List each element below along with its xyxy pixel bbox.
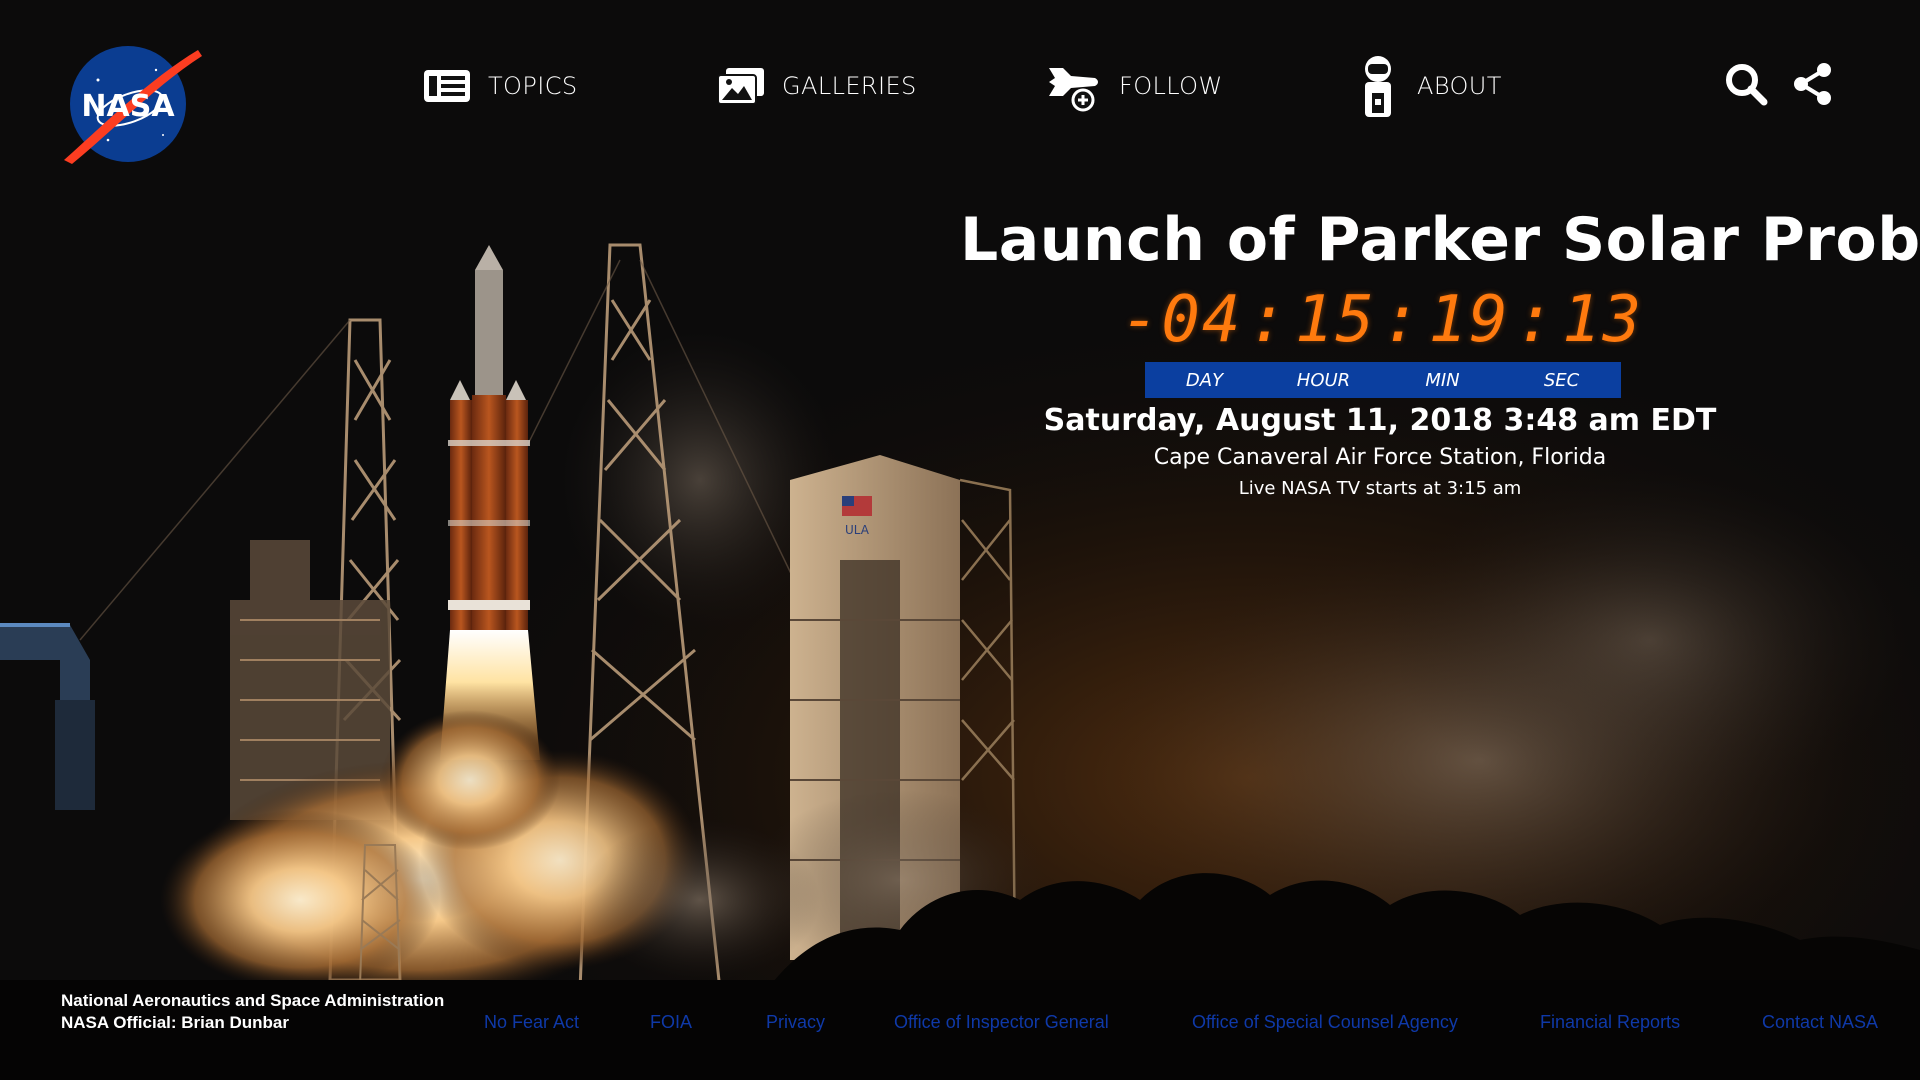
footer-link-privacy[interactable]: Privacy [766,1012,825,1033]
launch-date: Saturday, August 11, 2018 3:48 am EDT [1043,403,1717,438]
countdown-separator: : [1382,283,1423,357]
countdown-days: 04 [1161,283,1243,357]
launch-background-image: ULA [0,0,1920,1080]
footer-link-inspector-general[interactable]: Office of Inspector General [894,1012,1109,1033]
countdown-hours: 15 [1294,283,1376,357]
nav-galleries[interactable]: GALLERIES [718,58,917,114]
countdown-separator: : [1248,283,1289,357]
nasa-logo-text: NASA [81,89,175,124]
nav-follow[interactable]: FOLLOW [1045,58,1223,114]
svg-text:ULA: ULA [845,523,870,537]
countdown-sign: - [1120,283,1162,357]
footer-link-special-counsel[interactable]: Office of Special Counsel Agency [1192,1012,1458,1033]
unit-sec-label: SEC [1543,369,1580,391]
nasa-meatball-icon: NASA [64,46,202,164]
countdown-seconds: 13 [1562,283,1644,357]
unit-hour-label: HOUR [1296,369,1351,391]
launch-site: Cape Canaveral Air Force Station, Florid… [1153,445,1607,470]
footer-org-name: National Aeronautics and Space Administr… [61,991,445,1010]
footer-link-contact-nasa[interactable]: Contact NASA [1762,1012,1878,1033]
nav-topics[interactable]: TOPICS [424,58,578,114]
footer-link-no-fear-act[interactable]: No Fear Act [484,1012,579,1033]
newspaper-icon [424,70,470,102]
footer-link-foia[interactable]: FOIA [650,1012,692,1033]
nasa-logo[interactable]: NASA [58,40,204,166]
nav-about[interactable]: ABOUT [1357,56,1502,117]
countdown-separator: : [1515,283,1557,357]
search-icon [1726,64,1768,106]
launch-title: Launch of Parker Solar Probe [960,205,1920,275]
space-shuttle-follow-icon [1049,68,1098,112]
launch-tv-note: Live NASA TV starts at 3:15 am [1238,478,1522,499]
countdown-timer: - 04 : 15 : 19 : 13 [1121,283,1641,357]
nav-about-label: ABOUT [1417,72,1502,100]
countdown-unit-bar: DAY HOUR MIN SEC [1145,362,1621,398]
nav-galleries-label: GALLERIES [782,72,917,100]
unit-min-label: MIN [1425,369,1460,391]
astronaut-icon [1365,56,1391,117]
footer-links: No Fear Act FOIA Privacy Office of Inspe… [0,1012,1920,1036]
image-gallery-icon [718,68,764,104]
unit-day-label: DAY [1185,369,1224,391]
nav-topics-label: TOPICS [488,72,578,100]
search-button[interactable] [1724,62,1768,110]
nav-follow-label: FOLLOW [1119,72,1223,100]
countdown-minutes: 19 [1428,283,1510,357]
share-button[interactable] [1793,62,1833,110]
footer-link-financial-reports[interactable]: Financial Reports [1540,1012,1680,1033]
share-icon [1794,63,1831,105]
